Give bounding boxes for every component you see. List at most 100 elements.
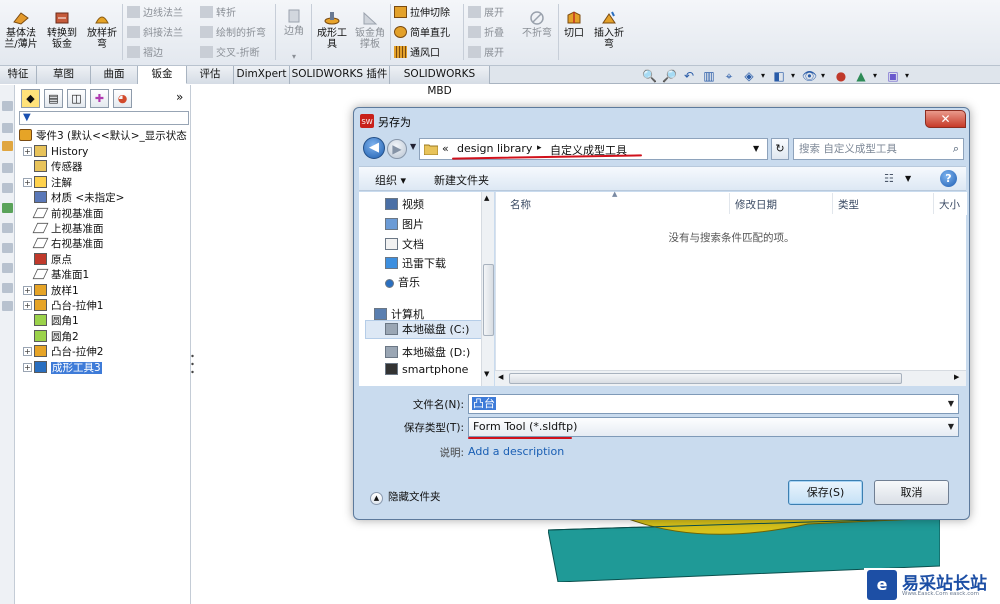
scroll-down-icon[interactable]: ▼ (484, 370, 489, 378)
flatten-button[interactable]: 展开 (468, 46, 504, 60)
column-type[interactable]: 类型 (838, 197, 859, 212)
forming-tool-button[interactable]: 成形工 具 (314, 10, 350, 50)
sketched-bend-button[interactable]: 绘制的折弯 (200, 26, 266, 40)
strip-icon[interactable] (2, 123, 13, 133)
vent-button[interactable]: 通风口 (394, 46, 440, 60)
view-options-dropdown-icon[interactable]: ▼ (905, 174, 911, 183)
property-manager-tab-icon[interactable]: ▤ (44, 89, 63, 108)
configuration-manager-tab-icon[interactable]: ◫ (67, 89, 86, 108)
expand-toggle-icon[interactable]: + (23, 285, 32, 295)
no-bends-button[interactable]: 不折弯 (518, 10, 556, 39)
view-orientation-icon[interactable]: ◈ (742, 69, 756, 83)
strip-icon[interactable] (2, 141, 13, 151)
edit-appearance-icon[interactable]: ● (834, 69, 848, 83)
dimxpert-manager-tab-icon[interactable]: ✚ (90, 89, 109, 108)
expand-toggle-icon[interactable]: + (23, 147, 32, 156)
organize-button[interactable]: 组织 ▾ (375, 172, 406, 188)
nav-item[interactable]: 本地磁盘 (C:) (365, 320, 484, 339)
view-options-icon[interactable]: ☷ (884, 172, 894, 185)
save-button[interactable]: 保存(S) (788, 480, 863, 505)
hide-folders-toggle[interactable]: ▲ 隐藏文件夹 (370, 489, 441, 505)
column-divider[interactable] (729, 193, 730, 214)
tab-sketch[interactable]: 草图 (37, 66, 91, 84)
edge-flange-button[interactable]: 边线法兰 (127, 6, 183, 20)
column-date-modified[interactable]: 修改日期 (735, 197, 777, 212)
nav-item[interactable]: 视频 (385, 196, 424, 212)
strip-icon[interactable] (2, 163, 13, 173)
tree-item[interactable]: 圆角2 (23, 329, 79, 344)
search-input[interactable]: 搜索 自定义成型工具 ⌕ (793, 138, 964, 160)
display-style-icon[interactable]: ◧ (772, 69, 786, 83)
scroll-left-icon[interactable]: ◀ (498, 373, 503, 381)
tab-dimxpert[interactable]: DimXpert (234, 66, 290, 84)
view-orientation-dropdown-icon[interactable]: ▾ (756, 69, 770, 83)
base-flange-button[interactable]: 基体法 兰/薄片 (2, 10, 40, 50)
tree-item[interactable]: 上视基准面 (23, 222, 104, 236)
scrollbar-thumb[interactable] (483, 264, 494, 336)
column-divider[interactable] (832, 193, 833, 214)
expand-toggle-icon[interactable]: + (23, 347, 32, 357)
expand-toggle-icon[interactable]: + (23, 362, 32, 372)
strip-icon[interactable] (2, 243, 13, 253)
breadcrumb-separator-icon[interactable]: ▸ (537, 143, 542, 153)
breadcrumb-overflow[interactable]: « (442, 142, 449, 155)
hem-button[interactable]: 褶边 (127, 46, 163, 60)
tab-surfaces[interactable]: 曲面 (91, 66, 138, 84)
scrollbar-thumb[interactable] (509, 373, 902, 384)
panel-splitter[interactable] (190, 350, 195, 378)
breadcrumb-design-library[interactable]: design library (457, 142, 532, 155)
tree-item[interactable]: 传感器 (23, 160, 83, 174)
file-list-horizontal-scrollbar[interactable]: ◀ ▶ (495, 370, 966, 386)
tree-item[interactable]: 前视基准面 (23, 207, 104, 221)
expand-toggle-icon[interactable]: + (23, 301, 32, 310)
expand-toggle-icon[interactable]: + (23, 177, 32, 187)
filetype-dropdown-icon[interactable]: ▼ (948, 418, 954, 436)
view-settings-dropdown-icon[interactable]: ▾ (900, 69, 914, 83)
strip-icon[interactable] (2, 283, 13, 293)
add-description-link[interactable]: Add a description (468, 445, 564, 458)
rip-button[interactable]: 切口 (561, 10, 587, 39)
strip-icon[interactable] (2, 101, 13, 111)
convert-sheetmetal-button[interactable]: 转换到 钣金 (42, 10, 82, 50)
help-icon[interactable]: ? (940, 170, 957, 187)
nav-item[interactable]: 图片 (385, 216, 424, 232)
cancel-button[interactable]: 取消 (874, 480, 949, 505)
strip-icon[interactable] (2, 301, 13, 311)
feature-manager-tab-icon[interactable]: ◆ (21, 89, 40, 108)
zoom-to-area-icon[interactable]: 🔎 (662, 69, 677, 83)
tree-item[interactable]: + 成形工具3 (23, 360, 102, 375)
zoom-to-fit-icon[interactable]: 🔍 (642, 69, 657, 83)
filename-input[interactable]: 凸台 ▼ (468, 394, 959, 414)
hide-show-items-icon[interactable]: 👁 (802, 69, 817, 83)
tree-item[interactable]: + 凸台-拉伸1 (23, 299, 103, 313)
tree-root-part[interactable]: 零件3 (默认<<默认>_显示状态 (19, 129, 187, 143)
close-button[interactable]: ✕ (925, 110, 966, 128)
tab-solidworks-mbd[interactable]: SOLIDWORKS MBD (390, 66, 490, 97)
lofted-bend-button[interactable]: 放样折 弯 (84, 10, 120, 50)
tree-item[interactable]: 原点 (23, 252, 72, 267)
fold-button[interactable]: 折叠 (468, 26, 504, 40)
tree-item[interactable]: 基准面1 (23, 268, 89, 282)
nav-item[interactable]: 本地磁盘 (D:) (385, 344, 470, 360)
tab-features[interactable]: 特征 (0, 66, 37, 84)
refresh-button[interactable]: ↻ (771, 138, 789, 160)
cross-break-button[interactable]: 交叉-折断 (200, 46, 260, 60)
view-settings-icon[interactable]: ▣ (886, 69, 900, 83)
column-name[interactable]: 名称 (510, 197, 531, 212)
display-style-dropdown-icon[interactable]: ▾ (786, 69, 800, 83)
filename-dropdown-icon[interactable]: ▼ (948, 395, 954, 413)
new-folder-button[interactable]: 新建文件夹 (434, 172, 489, 188)
address-dropdown-icon[interactable]: ▼ (753, 144, 759, 153)
miter-flange-button[interactable]: 斜接法兰 (127, 26, 183, 40)
tree-item[interactable]: + History (23, 145, 88, 159)
section-view-icon[interactable]: ▥ (702, 69, 716, 83)
feature-tree-filter[interactable]: ▼ (19, 111, 189, 125)
extruded-cut-button[interactable]: 拉伸切除 (394, 6, 450, 20)
unfold-button[interactable]: 展开 (468, 6, 504, 20)
strip-icon[interactable] (2, 263, 13, 273)
corner-dropdown-arrow[interactable]: ▾ (280, 51, 308, 62)
display-manager-tab-icon[interactable]: ◕ (113, 89, 132, 108)
tab-evaluate[interactable]: 评估 (187, 66, 234, 84)
strip-icon[interactable] (2, 203, 13, 213)
scroll-right-icon[interactable]: ▶ (954, 373, 959, 381)
